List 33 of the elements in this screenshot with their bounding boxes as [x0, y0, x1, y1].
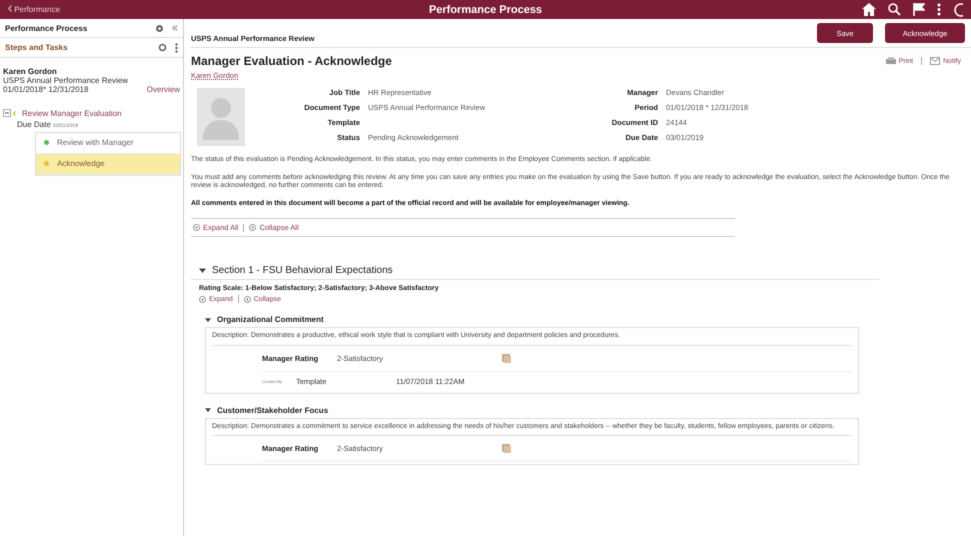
back-link[interactable]: Performance: [8, 5, 60, 14]
envelope-icon: [930, 57, 940, 65]
caret-icon[interactable]: [199, 267, 206, 274]
flag-icon[interactable]: [913, 3, 925, 16]
period-text: 01/01/2018* 12/31/2018: [3, 85, 88, 95]
evaluation-title: Manager Evaluation - Acknowledge: [191, 54, 392, 68]
overview-link[interactable]: Overview: [146, 85, 180, 95]
collapse-toggle-icon[interactable]: [3, 109, 11, 118]
caret-icon[interactable]: [205, 407, 211, 414]
step-link[interactable]: Review Manager Evaluation: [22, 108, 122, 118]
collapse-circle-icon: [249, 224, 256, 232]
page-title: Performance Process: [428, 4, 542, 16]
search-icon[interactable]: [888, 3, 901, 16]
collapse-icon[interactable]: [172, 25, 178, 31]
avatar-icon: [197, 88, 245, 146]
more-icon[interactable]: [175, 42, 178, 52]
more-icon[interactable]: [937, 3, 941, 16]
item-title: Organizational Commitment: [217, 315, 324, 324]
expand-circle-icon: [193, 224, 200, 232]
collapse-circle-icon: [244, 296, 251, 303]
panel-title: Performance Process: [5, 24, 88, 32]
expand-circle-icon: [199, 296, 206, 303]
printer-icon: [886, 57, 896, 65]
employee-name: Karen Gordon: [3, 67, 58, 76]
task-item[interactable]: Acknowledge: [36, 154, 180, 175]
chevron-left-icon: [8, 5, 12, 12]
section-title: Section 1 - FSU Behavioral Expectations: [212, 265, 393, 276]
due-label: Due Date: [17, 120, 51, 129]
home-icon[interactable]: [862, 3, 876, 16]
item-title: Customer/Stakeholder Focus: [217, 406, 328, 415]
document-name: USPS Annual Performance Review: [3, 76, 129, 86]
caret-icon[interactable]: [205, 316, 211, 323]
panel-subtitle: Steps and Tasks: [5, 43, 69, 52]
